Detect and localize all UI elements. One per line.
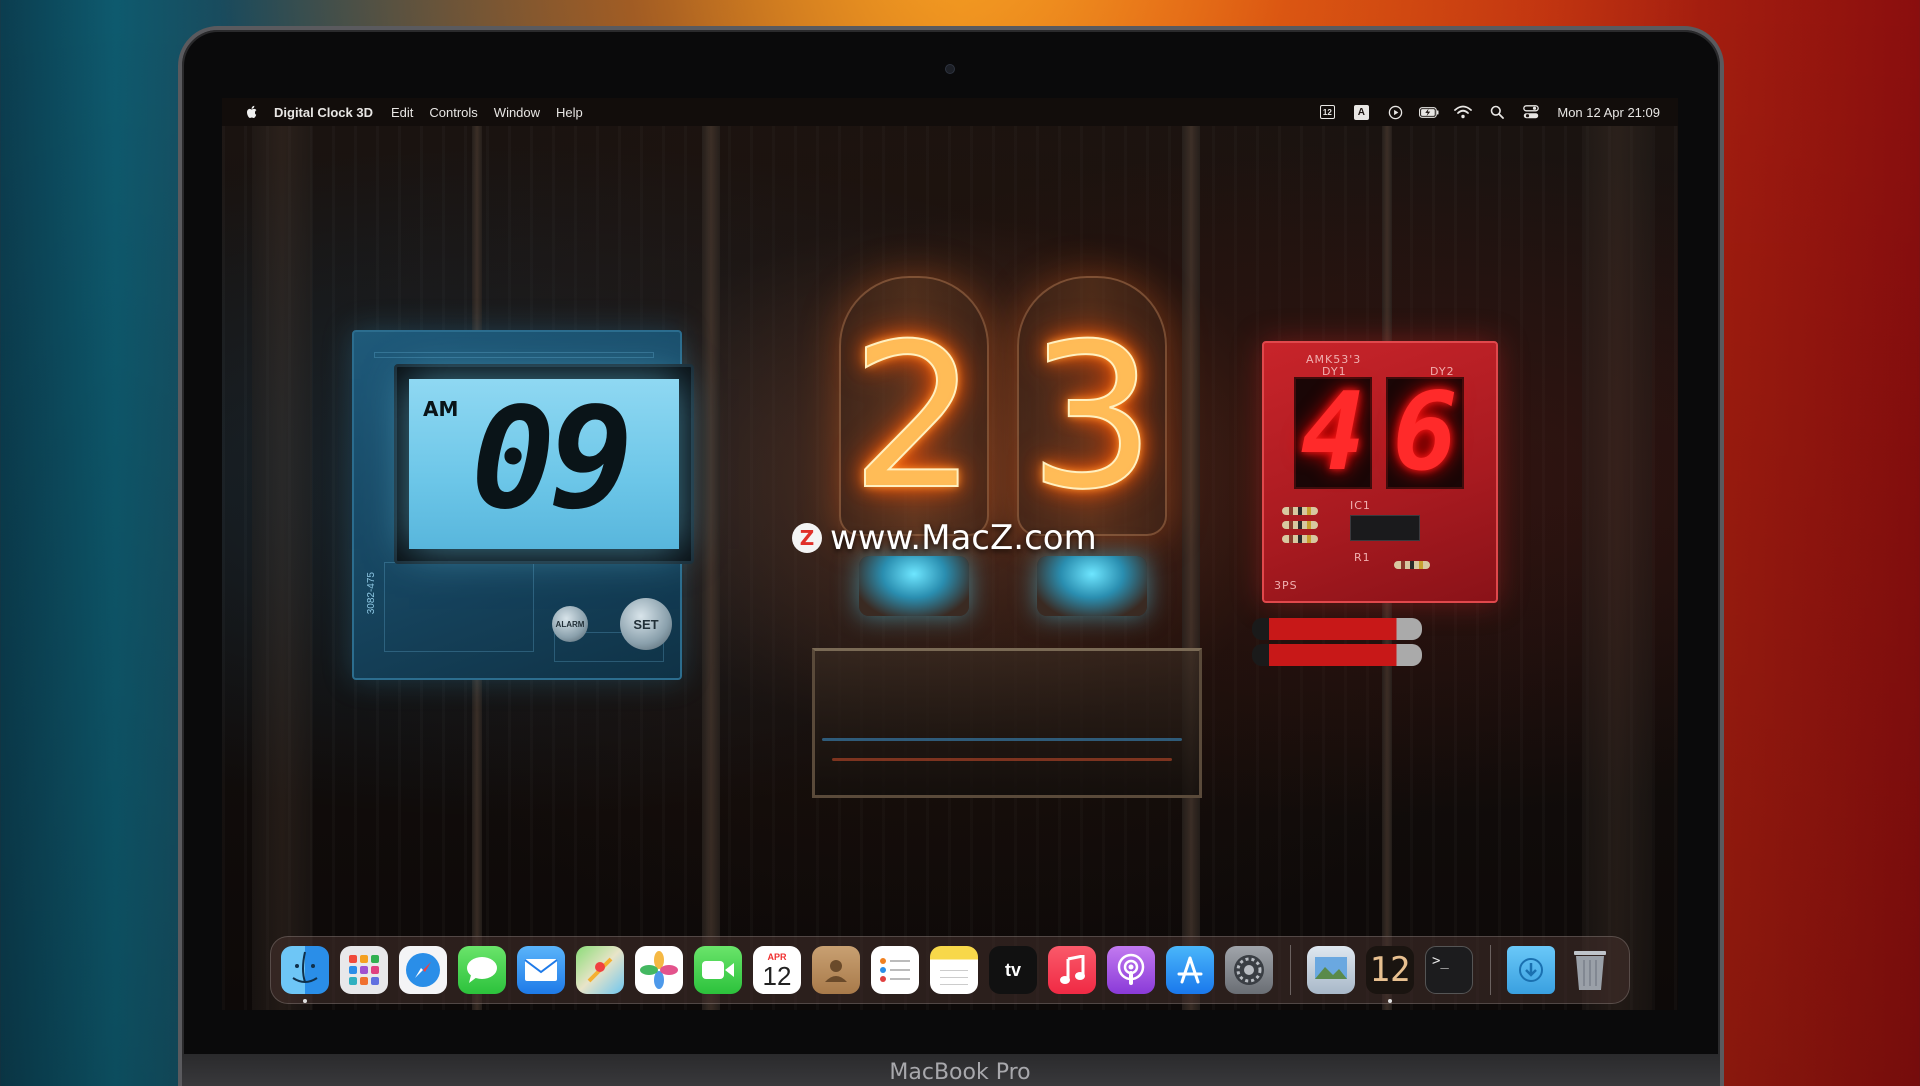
red-digit-1: 4 [1300, 370, 1366, 495]
nixie-digit-2: 3 [1027, 301, 1156, 534]
reminders-icon[interactable] [871, 946, 919, 994]
dock-separator-1 [1290, 945, 1291, 995]
digital-clock-3d-icon[interactable]: 12 [1366, 946, 1414, 1003]
lcd-display: AM 09 [394, 364, 694, 564]
app-store-icon[interactable] [1166, 946, 1214, 994]
alarm-button[interactable]: ALARM [552, 606, 588, 642]
safari-icon[interactable] [399, 946, 447, 994]
menu-bar: Digital Clock 3D Edit Controls Window He… [222, 98, 1678, 126]
lcd-meridiem: AM [423, 397, 459, 421]
spotlight-search-icon[interactable] [1487, 104, 1507, 120]
podcasts-icon[interactable] [1107, 946, 1155, 994]
apple-menu-icon[interactable] [244, 104, 260, 120]
control-center-icon[interactable] [1521, 104, 1541, 120]
red-display-1: 4 [1294, 377, 1372, 489]
messages-icon[interactable] [458, 946, 506, 994]
red-digit-2: 6 [1392, 370, 1458, 495]
screen: Digital Clock 3D Edit Controls Window He… [222, 98, 1678, 1010]
calendar-icon[interactable]: APR 12 [753, 946, 801, 994]
watermark-text: www.MacZ.com [830, 518, 1097, 558]
music-icon[interactable] [1048, 946, 1096, 994]
menu-controls[interactable]: Controls [429, 105, 477, 120]
terminal-prompt: >_ [1432, 953, 1449, 969]
camera-icon [945, 64, 955, 74]
contacts-icon[interactable] [812, 946, 860, 994]
red-ic1-label: IC1 [1350, 499, 1371, 512]
dock-separator-2 [1490, 945, 1491, 995]
red-chip [1350, 515, 1420, 541]
wifi-icon[interactable] [1453, 104, 1473, 120]
notes-icon[interactable] [930, 946, 978, 994]
finder-icon[interactable] [281, 946, 329, 1003]
nixie-rack [812, 648, 1202, 798]
preview-icon[interactable] [1307, 946, 1355, 994]
battery-cell-2 [1252, 644, 1422, 666]
keyboard-input-icon[interactable]: A [1351, 104, 1371, 120]
lcd-hours: 09 [471, 378, 634, 541]
trash-icon[interactable] [1566, 946, 1614, 994]
launchpad-icon[interactable] [340, 946, 388, 994]
battery-icon[interactable] [1419, 104, 1439, 120]
calendar-status-day: 12 [1319, 105, 1335, 119]
nixie-digit-1: 2 [849, 301, 978, 534]
red-bps-label: 3PS [1274, 579, 1298, 592]
input-letter: A [1353, 104, 1369, 120]
nixie-base-2 [1037, 556, 1147, 616]
watermark-logo: Z [792, 523, 822, 553]
play-status-icon[interactable] [1385, 104, 1405, 120]
device-label: MacBook Pro [889, 1060, 1031, 1085]
lcd-glass: AM 09 [409, 379, 679, 549]
calendar-day: 12 [762, 961, 792, 991]
apple-tv-label: tv [1004, 959, 1021, 980]
nixie-base-1 [859, 556, 969, 616]
set-button[interactable]: SET [620, 598, 672, 650]
facetime-icon[interactable] [694, 946, 742, 994]
menu-edit[interactable]: Edit [391, 105, 413, 120]
terminal-icon[interactable]: >_ [1425, 946, 1473, 994]
red-r1-label: R1 [1354, 551, 1371, 564]
menu-bar-clock[interactable]: Mon 12 Apr 21:09 [1557, 105, 1660, 120]
dock: APR 12 tv 12 >_ [270, 936, 1630, 1004]
mail-icon[interactable] [517, 946, 565, 994]
menu-window[interactable]: Window [494, 105, 540, 120]
nixie-tube-2: 3 [1017, 276, 1167, 536]
system-preferences-icon[interactable] [1225, 946, 1273, 994]
menu-help[interactable]: Help [556, 105, 583, 120]
red-display-2: 6 [1386, 377, 1464, 489]
digital-clock-3d-label: 12 [1369, 950, 1411, 990]
lcd-board-code: 3082-475 [366, 572, 377, 615]
downloads-folder-icon[interactable] [1507, 946, 1555, 994]
apple-tv-icon[interactable]: tv [989, 946, 1037, 994]
watermark: Z www.MacZ.com [792, 518, 1097, 558]
menu-app-name[interactable]: Digital Clock 3D [274, 105, 373, 120]
battery-cell-1 [1252, 618, 1422, 640]
maps-icon[interactable] [576, 946, 624, 994]
photos-icon[interactable] [635, 946, 683, 994]
calendar-status-icon[interactable]: 12 [1317, 104, 1337, 120]
nixie-tube-1: 2 [839, 276, 989, 536]
red-clock-board: AMK53'3 DY1 DY2 4 6 IC1 R1 3PS [1262, 341, 1498, 603]
